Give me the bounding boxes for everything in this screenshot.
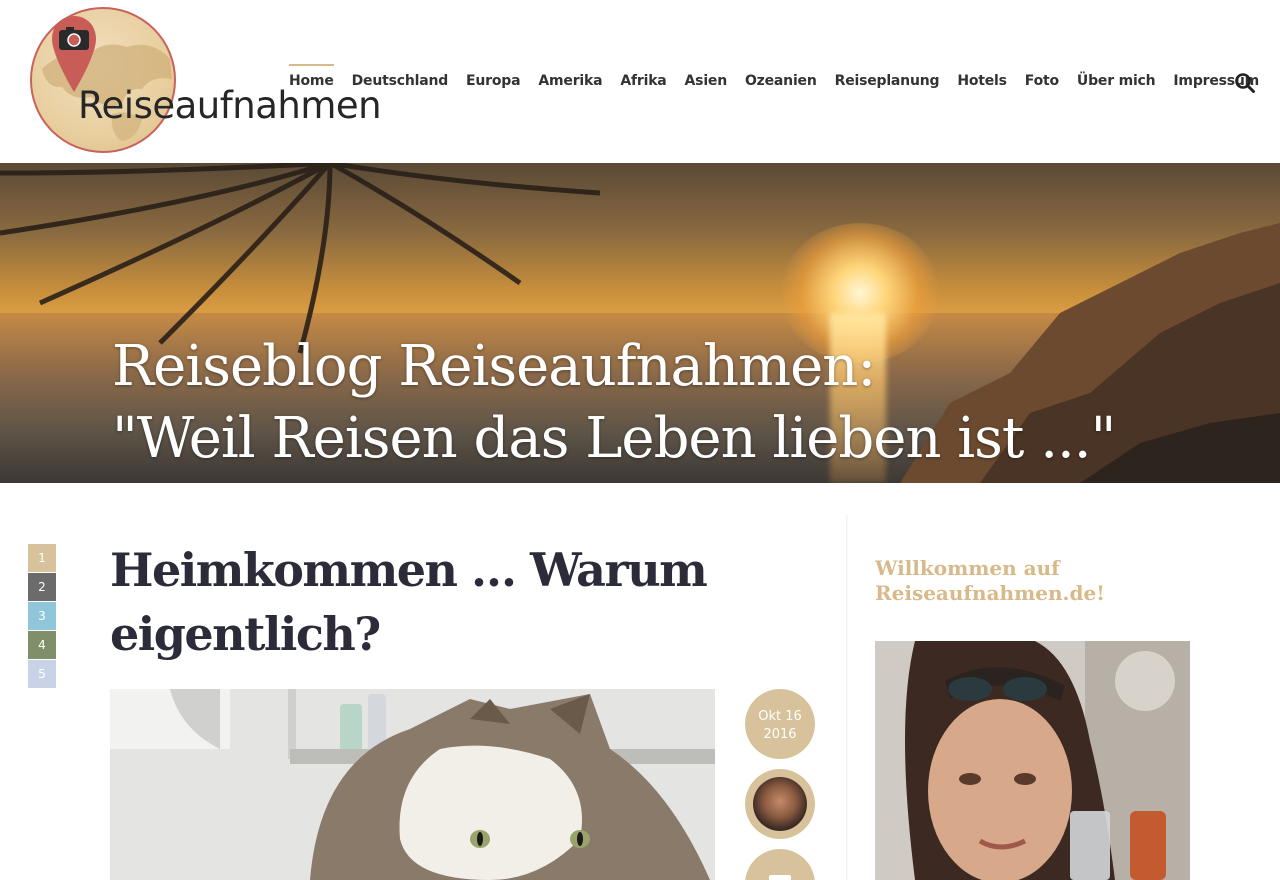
nav-item-ozeanien[interactable]: Ozeanien	[745, 66, 817, 98]
post-title[interactable]: Heimkommen … Warum eigentlich?	[110, 538, 730, 666]
nav-item-asien[interactable]: Asien	[685, 66, 728, 98]
site-header: Reiseaufnahmen Home Deutschland Europa A…	[0, 0, 1280, 163]
hero-title-line1: Reiseblog Reiseaufnahmen:	[112, 334, 876, 399]
post-date-badge: Okt 16 2016	[745, 689, 815, 759]
post-date-year: 2016	[763, 727, 797, 742]
search-icon[interactable]	[1234, 72, 1256, 94]
nav-item-foto[interactable]: Foto	[1025, 66, 1059, 98]
pager-item[interactable]: 4	[28, 631, 56, 659]
main-nav: Home Deutschland Europa Amerika Afrika A…	[289, 64, 1277, 98]
avatar	[753, 777, 807, 831]
post-pager: 1 2 3 4 5	[28, 544, 56, 689]
comments-badge[interactable]	[745, 849, 815, 880]
hero-title: Reiseblog Reiseaufnahmen: "Weil Reisen d…	[112, 331, 1116, 475]
pager-item[interactable]: 2	[28, 573, 56, 601]
post-featured-image[interactable]	[110, 689, 715, 880]
nav-item-amerika[interactable]: Amerika	[538, 66, 602, 98]
sidebar-divider	[846, 515, 848, 880]
author-photo	[875, 641, 1190, 880]
nav-item-ueber-mich[interactable]: Über mich	[1077, 66, 1156, 98]
cat-photo	[110, 689, 715, 880]
post-date-day: Okt 16	[758, 709, 802, 724]
nav-item-home[interactable]: Home	[289, 64, 334, 98]
nav-item-afrika[interactable]: Afrika	[620, 66, 666, 98]
welcome-widget-title: Willkommen auf Reiseaufnahmen.de!	[875, 556, 1105, 605]
author-portrait	[875, 641, 1190, 880]
hero-banner: Reiseblog Reiseaufnahmen: "Weil Reisen d…	[0, 163, 1280, 483]
nav-item-europa[interactable]: Europa	[466, 66, 521, 98]
nav-item-hotels[interactable]: Hotels	[957, 66, 1007, 98]
map-pin-icon	[52, 16, 96, 92]
pager-item[interactable]: 1	[28, 544, 56, 572]
comment-icon	[769, 875, 791, 880]
author-badge[interactable]	[745, 769, 815, 839]
hero-title-line2: "Weil Reisen das Leben lieben ist ..."	[112, 406, 1116, 471]
nav-item-deutschland[interactable]: Deutschland	[352, 66, 449, 98]
nav-item-reiseplanung[interactable]: Reiseplanung	[835, 66, 940, 98]
pager-item[interactable]: 5	[28, 660, 56, 688]
pager-item[interactable]: 3	[28, 602, 56, 630]
